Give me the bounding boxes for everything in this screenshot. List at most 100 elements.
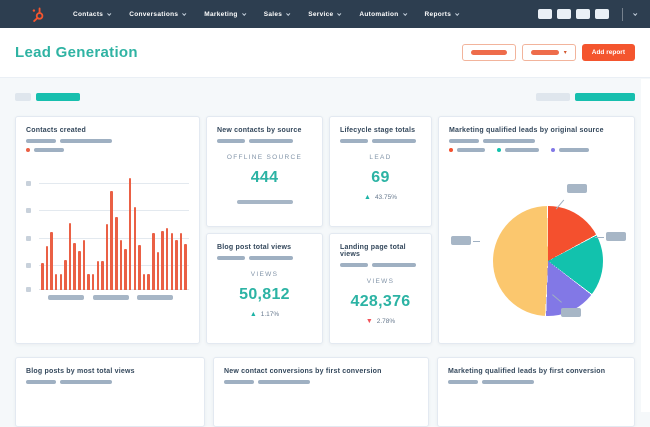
card-subtitle-placeholder — [217, 139, 312, 143]
nav-item-marketing[interactable]: Marketing — [204, 11, 247, 18]
hubspot-sprocket-icon[interactable] — [30, 6, 47, 23]
metric-value: 69 — [371, 169, 390, 186]
metric-label: OFFLINE SOURCE — [226, 154, 303, 161]
metric-value: 50,812 — [239, 286, 290, 303]
card-mql-by-original-source: Marketing qualified leads by original so… — [438, 116, 635, 344]
toolbar-placeholder-small[interactable] — [15, 93, 31, 101]
card-title: Contacts created — [26, 127, 86, 134]
bar — [59, 274, 62, 290]
bar — [105, 224, 109, 290]
x-axis-tick-placeholders — [26, 295, 189, 300]
toolbar-left — [15, 93, 80, 101]
delta-value: 43.75% — [374, 194, 397, 201]
delta-value: 1.17% — [260, 311, 280, 318]
card-title: Marketing qualified leads by original so… — [449, 127, 604, 134]
triangle-down-icon: ▼ — [365, 318, 373, 325]
placeholder-bar — [340, 139, 368, 143]
metric-value: 428,376 — [350, 293, 411, 310]
dashboard-filter-1[interactable] — [461, 44, 516, 61]
placeholder-bar — [249, 256, 293, 260]
card-title: Lifecycle stage totals — [340, 127, 416, 134]
report-grid-top: Contacts created New contacts by source … — [0, 116, 650, 344]
card-lifecycle-stage-totals: Lifecycle stage totals LEAD 69 ▲ 43.75% — [329, 116, 432, 227]
legend-label-placeholder — [559, 148, 589, 152]
y-axis-tick-placeholders — [26, 174, 32, 292]
scrollbar-placeholder[interactable] — [236, 200, 293, 204]
bar — [87, 274, 90, 290]
toolbar-placeholder-gray[interactable] — [536, 93, 570, 101]
metric-label: VIEWS — [250, 271, 279, 278]
bar — [73, 243, 76, 290]
metric-delta: ▼ 2.78% — [366, 318, 395, 325]
nav-icon-placeholder[interactable] — [538, 9, 552, 19]
x-tick-placeholder — [137, 295, 173, 300]
chevron-down-icon — [241, 11, 247, 16]
nav-icon-placeholder[interactable] — [576, 9, 590, 19]
placeholder-bar — [224, 380, 254, 384]
nav-right — [533, 7, 638, 21]
toolbar-placeholder-teal[interactable] — [575, 93, 635, 101]
nav-icon-placeholders — [533, 9, 609, 19]
bar — [142, 274, 146, 290]
legend-dot — [26, 148, 30, 152]
add-report-button[interactable]: Add report — [581, 44, 635, 61]
nav-item-label: Reports — [424, 10, 452, 18]
placeholder-bar — [60, 380, 112, 384]
card-title: New contacts by source — [217, 127, 302, 134]
triangle-up-icon: ▲ — [249, 311, 257, 318]
metric-delta: ▲ 1.17% — [250, 311, 279, 318]
placeholder-bar — [217, 256, 245, 260]
bar — [128, 178, 132, 290]
nav-item-label: Automation — [359, 10, 399, 18]
dashboard-filter-dropdown[interactable]: ▾ — [521, 44, 576, 61]
bar — [110, 191, 113, 290]
pie-callout-placeholder — [606, 232, 626, 241]
bar — [175, 240, 178, 290]
nav-item-contacts[interactable]: Contacts — [73, 11, 112, 18]
nav-item-conversations[interactable]: Conversations — [129, 11, 187, 18]
nav-icon-placeholder[interactable] — [557, 9, 571, 19]
account-chevron-down-icon[interactable] — [633, 11, 638, 16]
chevron-down-icon — [286, 11, 291, 16]
scrollbar-track[interactable] — [641, 79, 650, 412]
nav-item-sales[interactable]: Sales — [264, 11, 291, 18]
card-blog-post-total-views: Blog post total views VIEWS 50,812 ▲ 1.1… — [206, 233, 323, 344]
legend-label-placeholder — [34, 148, 64, 152]
bar — [152, 233, 155, 290]
card-subtitle-placeholder — [340, 263, 421, 267]
bar — [156, 252, 160, 290]
header-controls: ▾ Add report — [461, 44, 635, 61]
placeholder-bar — [26, 139, 56, 143]
page-header: Lead Generation ▾ Add report — [0, 28, 650, 78]
bar — [138, 245, 141, 290]
bar — [78, 251, 81, 290]
nav-items: Contacts Conversations Marketing Sales Servi… — [73, 10, 460, 18]
nav-item-reports[interactable]: Reports — [424, 10, 460, 18]
chevron-down-icon — [402, 11, 407, 16]
chevron-down-icon — [455, 11, 460, 16]
bar — [165, 228, 169, 290]
card-subtitle-placeholder — [449, 139, 624, 143]
placeholder-bar — [483, 139, 535, 143]
active-tab-placeholder[interactable] — [36, 93, 80, 101]
nav-item-automation[interactable]: Automation — [359, 10, 407, 18]
bar — [54, 274, 58, 290]
nav-divider — [622, 7, 623, 21]
toolbar-right — [536, 93, 635, 101]
bar — [119, 240, 123, 290]
triangle-up-icon: ▲ — [364, 194, 371, 201]
bar — [50, 232, 53, 290]
bar — [101, 261, 104, 290]
bar — [96, 261, 99, 290]
bar — [170, 233, 173, 290]
nav-item-service[interactable]: Service — [308, 11, 342, 18]
card-title: Marketing qualified leads by first conve… — [448, 368, 606, 375]
placeholder-bar — [258, 380, 310, 384]
nav-icon-placeholder[interactable] — [595, 9, 609, 19]
bar — [68, 223, 72, 290]
top-nav: Contacts Conversations Marketing Sales Servi… — [0, 0, 650, 28]
card-subtitle-placeholder — [448, 380, 624, 384]
page-title: Lead Generation — [15, 44, 138, 61]
bar-chart — [26, 174, 189, 300]
placeholder-bar — [372, 139, 416, 143]
